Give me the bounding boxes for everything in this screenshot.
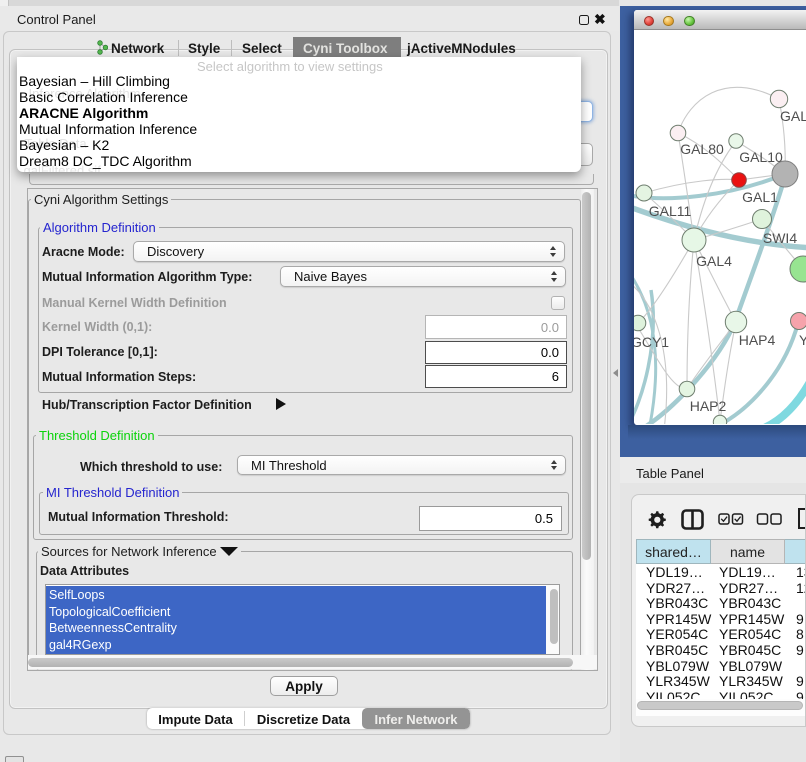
svg-text:GAL11: GAL11 bbox=[649, 203, 692, 219]
svg-text:SWI4: SWI4 bbox=[763, 230, 797, 246]
svg-text:HAP4: HAP4 bbox=[739, 332, 776, 348]
svg-text:GAL10: GAL10 bbox=[739, 149, 783, 165]
svg-text:GAL80: GAL80 bbox=[680, 141, 724, 157]
svg-text:GAL1: GAL1 bbox=[742, 189, 778, 205]
svg-text:YL: YL bbox=[799, 332, 806, 348]
svg-text:GAL7: GAL7 bbox=[780, 108, 806, 124]
svg-text:HAP2: HAP2 bbox=[690, 398, 727, 414]
svg-text:GCY1: GCY1 bbox=[634, 334, 669, 350]
svg-text:GAL4: GAL4 bbox=[696, 253, 732, 269]
